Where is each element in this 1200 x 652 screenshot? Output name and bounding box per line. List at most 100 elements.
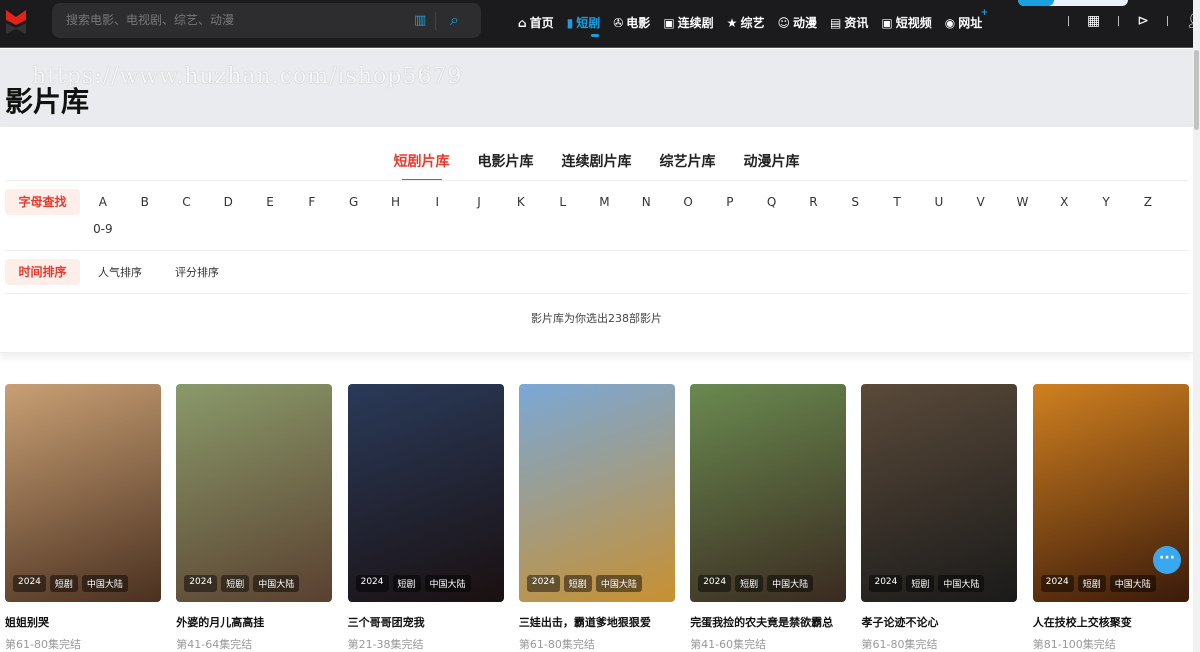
- letter-option[interactable]: W: [1002, 195, 1044, 222]
- scrollbar[interactable]: [1193, 0, 1200, 652]
- nav-label: 综艺: [740, 16, 765, 30]
- letter-option[interactable]: R: [793, 195, 835, 222]
- year-tag: 2024: [526, 575, 560, 592]
- video-title[interactable]: 孝子论迹不论心: [861, 614, 1017, 630]
- video-card[interactable]: 2024 短剧 中国大陆 三个哥哥团宠我 第21-38集完结: [347, 384, 504, 652]
- nav-label: 短剧: [576, 16, 601, 30]
- episode-status: 第61-80集完结: [5, 638, 81, 651]
- nav-item[interactable]: ◉ 网址 +: [945, 8, 989, 31]
- letter-option[interactable]: P: [709, 195, 751, 222]
- letter-option[interactable]: F: [291, 195, 333, 222]
- letter-option[interactable]: M: [584, 195, 626, 222]
- video-icon: ▣: [881, 15, 893, 30]
- video-card[interactable]: 2024 短剧 中国大陆 完蛋我捡的农夫竟是禁欲霸总 第41-60集完结: [690, 384, 847, 652]
- search-input[interactable]: [66, 13, 386, 27]
- result-count: 影片库为你选出238部影片: [531, 312, 662, 325]
- main-nav: ⌂ 首页 ▮ 短剧 ✇ 电影 ▣ 连续剧 ★ 综艺 ☺ 动漫 ▤ 资讯 ▣ 短视频 ◉ 网址 +: [518, 8, 995, 37]
- video-title[interactable]: 外婆的月儿高高挂: [176, 614, 332, 630]
- poster-image[interactable]: 2024 短剧 中国大陆: [347, 384, 504, 602]
- poster-image[interactable]: 2024 短剧 中国大陆: [861, 384, 1018, 602]
- play-history-icon[interactable]: ⊳: [1137, 13, 1149, 29]
- episode-status: 第61-80集完结: [518, 638, 595, 651]
- type-tag: 短剧: [221, 575, 250, 592]
- letter-option[interactable]: E: [249, 195, 291, 222]
- file-icon: ▮: [566, 15, 574, 30]
- site-logo[interactable]: [6, 10, 26, 34]
- search-icon[interactable]: ⌕: [450, 10, 459, 30]
- letter-option[interactable]: D: [207, 195, 249, 222]
- letter-option[interactable]: O: [667, 195, 709, 222]
- video-card[interactable]: 2024 短剧 中国大陆 三娃出击，霸道爹地狠狠爱 第61-80集完结: [518, 384, 675, 652]
- video-card[interactable]: 2024 短剧 中国大陆 外婆的月儿高高挂 第41-64集完结: [176, 384, 333, 652]
- year-tag: 2024: [13, 575, 46, 592]
- letter-option[interactable]: S: [834, 195, 876, 222]
- letter-option[interactable]: X: [1043, 195, 1085, 222]
- type-tag: 短剧: [906, 575, 935, 592]
- apps-grid-icon[interactable]: ▦: [1087, 13, 1100, 29]
- nav-item[interactable]: ▣ 连续剧: [663, 14, 713, 31]
- video-card[interactable]: 2024 短剧 中国大陆 人在技校上交核聚变 第81-100集完结: [1032, 384, 1189, 652]
- letter-option[interactable]: K: [500, 195, 542, 222]
- poster-image[interactable]: 2024 短剧 中国大陆: [176, 384, 333, 602]
- video-title[interactable]: 三个哥哥团宠我: [348, 614, 504, 630]
- letter-option[interactable]: A: [82, 195, 124, 222]
- nav-label: 短视频: [895, 16, 932, 30]
- region-tag: 中国大陆: [595, 575, 642, 592]
- nav-item[interactable]: ✇ 电影: [613, 14, 650, 31]
- library-tab[interactable]: 连续剧片库: [562, 151, 632, 171]
- progress-pill: [1018, 0, 1128, 6]
- video-title[interactable]: 人在技校上交核聚变: [1033, 614, 1189, 630]
- news-icon: ▤: [829, 15, 842, 30]
- robot-icon: ☺: [777, 15, 790, 30]
- year-tag: 2024: [869, 575, 903, 592]
- video-title[interactable]: 姐姐别哭: [5, 614, 161, 630]
- more-button[interactable]: ···: [1153, 546, 1181, 574]
- library-tab[interactable]: 综艺片库: [660, 151, 716, 171]
- letter-option[interactable]: L: [542, 195, 584, 222]
- letter-option[interactable]: T: [876, 195, 918, 222]
- new-badge: +: [980, 8, 989, 18]
- letter-option[interactable]: C: [166, 195, 208, 222]
- letter-option[interactable]: H: [375, 195, 417, 222]
- letter-option[interactable]: Q: [751, 195, 793, 222]
- episode-status: 第41-60集完结: [690, 638, 767, 651]
- ranking-icon[interactable]: ▥: [414, 13, 426, 28]
- letter-option[interactable]: Z: [1127, 195, 1169, 222]
- nav-label: 资讯: [844, 16, 869, 30]
- poster-image[interactable]: 2024 短剧 中国大陆: [518, 384, 675, 602]
- letter-option[interactable]: G: [333, 195, 375, 222]
- nav-item[interactable]: ★ 综艺: [727, 14, 765, 31]
- time-sort-button[interactable]: 时间排序: [5, 259, 80, 285]
- letter-option[interactable]: I: [416, 195, 458, 222]
- sort-option[interactable]: 评分排序: [175, 264, 219, 280]
- region-tag: 中国大陆: [767, 575, 814, 592]
- letter-option[interactable]: V: [960, 195, 1002, 222]
- video-card[interactable]: 2024 短剧 中国大陆 姐姐别哭 第61-80集完结: [5, 384, 161, 652]
- letter-option[interactable]: Y: [1085, 195, 1127, 222]
- library-tab[interactable]: 动漫片库: [744, 151, 800, 171]
- library-tab[interactable]: 电影片库: [478, 151, 534, 171]
- sort-option[interactable]: 人气排序: [98, 264, 142, 280]
- nav-label: 网址: [958, 16, 983, 30]
- poster-image[interactable]: 2024 短剧 中国大陆: [5, 384, 161, 602]
- poster-image[interactable]: 2024 短剧 中国大陆: [690, 384, 847, 602]
- film-reel-icon: ✇: [613, 15, 624, 30]
- letter-option[interactable]: 0-9: [82, 222, 124, 249]
- letter-search-label[interactable]: 字母查找: [5, 189, 80, 215]
- library-tab[interactable]: 短剧片库: [394, 151, 450, 181]
- divider: [5, 180, 1188, 181]
- video-card[interactable]: 2024 短剧 中国大陆 孝子论迹不论心 第61-80集完结: [861, 384, 1018, 652]
- nav-item[interactable]: ▮ 短剧: [566, 14, 601, 37]
- video-title[interactable]: 三娃出击，霸道爹地狠狠爱: [519, 614, 675, 630]
- tv-icon: ▣: [663, 15, 675, 30]
- letter-option[interactable]: N: [625, 195, 667, 222]
- nav-item[interactable]: ⌂ 首页: [518, 14, 554, 31]
- letter-option[interactable]: B: [124, 195, 166, 222]
- nav-item[interactable]: ▣ 短视频: [881, 14, 931, 31]
- nav-item[interactable]: ☺ 动漫: [777, 14, 817, 31]
- video-title[interactable]: 完蛋我捡的农夫竟是禁欲霸总: [690, 614, 846, 630]
- letter-option[interactable]: J: [458, 195, 500, 222]
- letter-option[interactable]: U: [918, 195, 960, 222]
- home-icon: ⌂: [518, 15, 527, 30]
- nav-item[interactable]: ▤ 资讯: [830, 14, 868, 31]
